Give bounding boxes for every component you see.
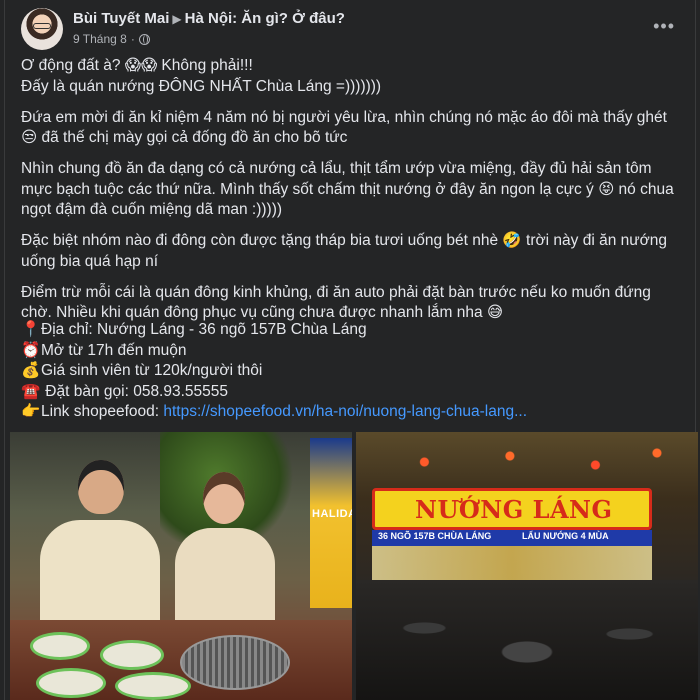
shopeefood-link[interactable]: https://shopeefood.vn/ha-noi/nuong-lang-… — [163, 403, 527, 420]
halida-banner: HALIDA — [310, 438, 352, 608]
man-torso — [40, 520, 160, 630]
price-line: 💰Giá sinh viên từ 120k/người thôi — [21, 361, 685, 382]
food-plate — [30, 632, 90, 660]
person-man — [40, 460, 160, 630]
avatar[interactable] — [21, 8, 63, 50]
woman-torso — [175, 528, 275, 628]
paragraph-5: Điểm trừ mỗi cái là quán đông kinh khủng… — [21, 283, 651, 322]
food-plate — [100, 640, 164, 670]
paragraph-3: Nhìn chung đồ ăn đa dạng có cả nướng cả … — [21, 160, 674, 218]
restaurant-sign: NƯỚNG LÁNG — [372, 488, 652, 530]
address-line: 📍Địa chỉ: Nướng Láng - 36 ngõ 157B Chùa … — [21, 320, 685, 341]
avatar-glasses — [33, 23, 51, 29]
man-head — [78, 460, 124, 514]
food-plate — [115, 672, 191, 700]
lanterns — [356, 432, 698, 492]
restaurant-subsign: 36 NGÕ 157B CHÙA LÁNG LẨU NƯỚNG 4 MÙA — [372, 530, 652, 546]
photo-grid: HALIDA NƯỚNG LÁNG 36 NGÕ 157B CHÙA LÁNG … — [10, 432, 698, 700]
price-text: Giá sinh viên từ 120k/người thôi — [41, 362, 263, 379]
phone-text: Đặt bàn gọi: 058.93.55555 — [41, 382, 229, 400]
link-line: 👉Link shopeefood: https://shopeefood.vn/… — [21, 402, 685, 423]
telephone-icon: ☎️ — [21, 382, 41, 400]
post-meta: 9 Tháng 8 · — [73, 32, 150, 46]
money-bag-icon: 💰 — [21, 362, 41, 379]
paragraph-1: Ơ động đất à? 😱😱 Không phải!!! Đấy là qu… — [21, 56, 685, 97]
photo-couple-dining[interactable]: HALIDA — [10, 432, 352, 700]
hours-line: ⏰Mở từ 17h đến muộn — [21, 341, 685, 362]
subsign-address: 36 NGÕ 157B CHÙA LÁNG — [378, 531, 492, 541]
globe-icon — [138, 33, 150, 45]
paragraph-4: Đặc biệt nhóm nào đi đông còn được tặng … — [21, 232, 668, 270]
group-name[interactable]: Hà Nội: Ăn gì? Ở đâu? — [185, 10, 345, 27]
paragraph-1-line-2: Đấy là quán nướng ĐÔNG NHẤT Chùa Láng =)… — [21, 77, 382, 95]
photo-restaurant-front[interactable]: NƯỚNG LÁNG 36 NGÕ 157B CHÙA LÁNG LẨU NƯỚ… — [356, 432, 698, 700]
paragraph-1-line-1: Ơ động đất à? 😱😱 Không phải!!! — [21, 57, 253, 74]
post-body: Ơ động đất à? 😱😱 Không phải!!! Đấy là qu… — [21, 56, 685, 334]
author-line: Bùi Tuyết Mai ▶ Hà Nội: Ăn gì? Ở đâu? — [73, 10, 345, 27]
crowd-motorbikes — [356, 580, 698, 700]
person-woman — [175, 472, 275, 628]
pointing-hand-icon: 👉 — [21, 403, 41, 420]
phone-line: ☎️ Đặt bàn gọi: 058.93.55555 — [21, 382, 685, 403]
post-card: Bùi Tuyết Mai ▶ Hà Nội: Ăn gì? Ở đâu? 9 Th… — [4, 0, 698, 700]
arrow-right-icon: ▶ — [172, 12, 182, 26]
food-plate — [36, 668, 106, 698]
paragraph-2: Đứa em mời đi ăn kỉ niệm 4 năm nó bị ngư… — [21, 108, 667, 147]
halida-text: HALIDA — [312, 508, 352, 520]
more-horizontal-icon[interactable]: ••• — [653, 16, 675, 37]
subsign-tag: LẨU NƯỚNG 4 MÙA — [522, 531, 609, 541]
woman-head — [203, 472, 245, 524]
meta-separator: · — [130, 32, 135, 46]
post-header: Bùi Tuyết Mai ▶ Hà Nội: Ăn gì? Ở đâu? 9 Th… — [21, 8, 679, 52]
link-label: Link shopeefood: — [41, 403, 164, 420]
grill-pan — [180, 635, 290, 690]
address-text: Địa chỉ: Nướng Láng - 36 ngõ 157B Chùa L… — [41, 321, 367, 338]
hours-text: Mở từ 17h đến muộn — [41, 341, 187, 359]
author-name[interactable]: Bùi Tuyết Mai — [73, 10, 169, 27]
pin-icon: 📍 — [21, 321, 41, 338]
restaurant-sign-text: NƯỚNG LÁNG — [415, 495, 613, 524]
restaurant-info: 📍Địa chỉ: Nướng Láng - 36 ngõ 157B Chùa … — [21, 320, 685, 423]
alarm-clock-icon: ⏰ — [21, 341, 41, 359]
post-date[interactable]: 9 Tháng 8 — [73, 32, 127, 46]
